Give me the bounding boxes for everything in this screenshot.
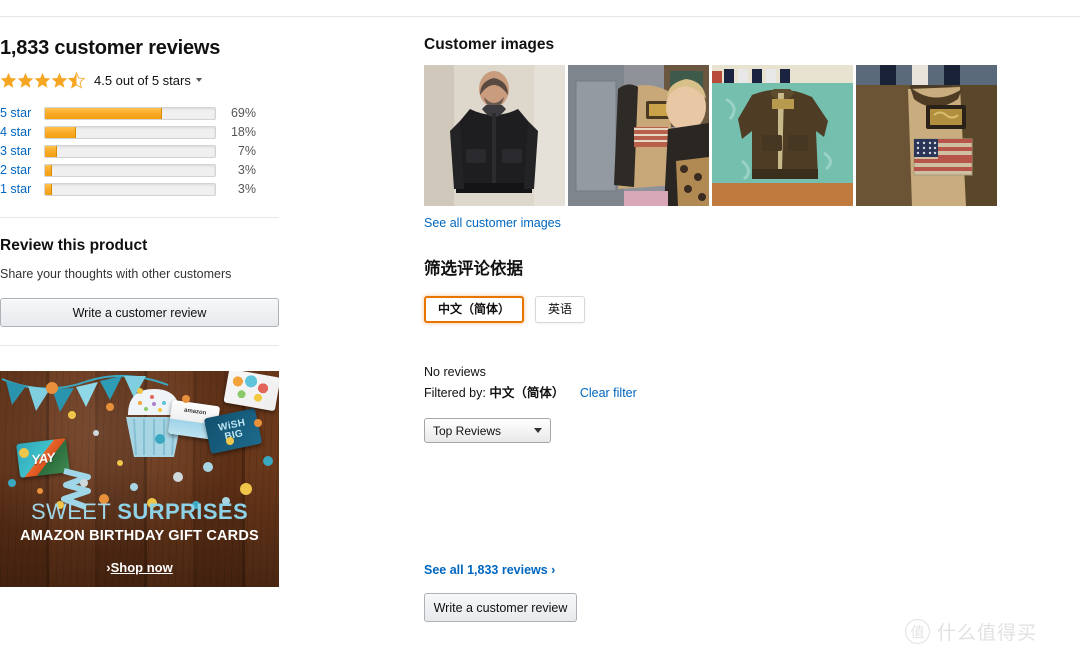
review-product-subtext: Share your thoughts with other customers: [0, 267, 232, 281]
watermark-logo-icon: 值: [905, 619, 930, 644]
ad-subheadline: AMAZON BIRTHDAY GIFT CARDS: [20, 528, 259, 544]
histogram-track: [44, 164, 216, 177]
histogram-star-label[interactable]: 1 star: [0, 180, 44, 199]
customer-image-3-art: [712, 65, 853, 206]
language-filter-row: 中文（简体） 英语: [424, 296, 1014, 323]
chevron-down-icon[interactable]: [195, 78, 202, 82]
customer-images-row: [424, 65, 1014, 206]
shop-now-link[interactable]: ›Shop now: [8, 560, 271, 575]
review-product-heading: Review this product: [0, 237, 148, 254]
write-customer-review-button[interactable]: Write a customer review: [0, 298, 279, 327]
histogram-fill: [45, 184, 52, 195]
site-watermark: 值 什么值得买: [905, 618, 1037, 645]
rating-label: 4.5 out of 5 stars: [94, 72, 191, 88]
no-reviews-message: No reviews: [424, 365, 486, 379]
page-title: 1,833 customer reviews: [0, 37, 221, 59]
left-column: 1,833 customer reviews 4.5 out of 5 star…: [0, 36, 292, 587]
see-all-reviews-link[interactable]: See all 1,833 reviews ›: [424, 563, 555, 577]
customer-image-thumbnail[interactable]: [568, 65, 709, 206]
star-icon: [51, 72, 68, 88]
histogram-fill: [45, 165, 52, 176]
sort-reviews-value: Top Reviews: [433, 423, 502, 438]
divider: [0, 345, 279, 346]
ad-headline-word-2: SURPRISES: [117, 499, 249, 524]
customer-image-thumbnail[interactable]: [712, 65, 853, 206]
filter-reviews-heading: 筛选评论依据: [424, 259, 523, 278]
histogram-row[interactable]: 3 star 7%: [0, 142, 258, 161]
customer-image-thumbnail[interactable]: [424, 65, 565, 206]
histogram-percent: 3%: [237, 182, 256, 196]
histogram-track: [44, 145, 216, 158]
histogram-star-label[interactable]: 3 star: [0, 142, 44, 161]
chevron-down-icon: [534, 428, 542, 433]
filtered-by-row: Filtered by: 中文（简体） Clear filter: [424, 382, 1014, 401]
ad-text-block: SWEET SURPRISES AMAZON BIRTHDAY GIFT CAR…: [0, 499, 279, 587]
customer-image-4-art: [856, 65, 997, 206]
half-star-icon: [68, 71, 85, 89]
histogram-fill: [45, 127, 76, 138]
clear-filter-link[interactable]: Clear filter: [580, 386, 637, 400]
rating-histogram: 5 star 69% 4 star 18% 3 star 7% 2 star 3…: [0, 104, 258, 199]
see-all-customer-images-link[interactable]: See all customer images: [424, 216, 561, 230]
histogram-track: [44, 107, 216, 120]
star-icon: [0, 72, 17, 88]
filtered-by-label: Filtered by:: [424, 386, 486, 400]
overall-rating[interactable]: 4.5 out of 5 stars: [0, 70, 292, 90]
histogram-track: [44, 183, 216, 196]
histogram-star-label[interactable]: 5 star: [0, 104, 44, 123]
histogram-track: [44, 126, 216, 139]
star-icon: [34, 72, 51, 88]
histogram-percent: 7%: [237, 144, 256, 158]
ad-headline: SWEET SURPRISES: [8, 499, 271, 525]
language-filter-english[interactable]: 英语: [535, 296, 586, 323]
histogram-fill: [45, 108, 163, 119]
histogram-row[interactable]: 2 star 3%: [0, 161, 258, 180]
gift-card-ad-banner[interactable]: YAY amazon WiSH BIG SWEET SURPRISES AMAZ…: [0, 371, 279, 587]
histogram-percent: 69%: [230, 106, 256, 120]
histogram-row[interactable]: 1 star 3%: [0, 180, 258, 199]
customer-image-2-art: [568, 65, 709, 206]
star-rating[interactable]: [0, 71, 85, 89]
shop-now-label: Shop now: [110, 560, 173, 575]
language-filter-chinese-simplified[interactable]: 中文（简体）: [424, 296, 525, 323]
histogram-star-label[interactable]: 2 star: [0, 161, 44, 180]
star-icon: [17, 72, 34, 88]
ad-headline-word-1: SWEET: [30, 499, 111, 524]
write-customer-review-button-bottom[interactable]: Write a customer review: [424, 593, 577, 622]
customer-images-heading: Customer images: [424, 36, 555, 53]
customer-image-thumbnail[interactable]: [856, 65, 997, 206]
right-column: Customer images See all customer images …: [424, 36, 1014, 622]
review-page: 1,833 customer reviews 4.5 out of 5 star…: [0, 0, 1080, 661]
histogram-star-label[interactable]: 4 star: [0, 123, 44, 142]
histogram-percent: 3%: [237, 163, 256, 177]
sort-reviews-dropdown[interactable]: Top Reviews: [424, 418, 551, 443]
divider: [0, 217, 279, 218]
histogram-row[interactable]: 4 star 18%: [0, 123, 258, 142]
histogram-fill: [45, 146, 57, 157]
filtered-by-value: 中文（简体）: [489, 385, 565, 400]
top-divider: [0, 16, 1080, 17]
histogram-percent: 18%: [230, 125, 256, 139]
watermark-text: 什么值得买: [937, 622, 1038, 644]
histogram-row[interactable]: 5 star 69%: [0, 104, 258, 123]
customer-image-1-art: [424, 65, 565, 206]
